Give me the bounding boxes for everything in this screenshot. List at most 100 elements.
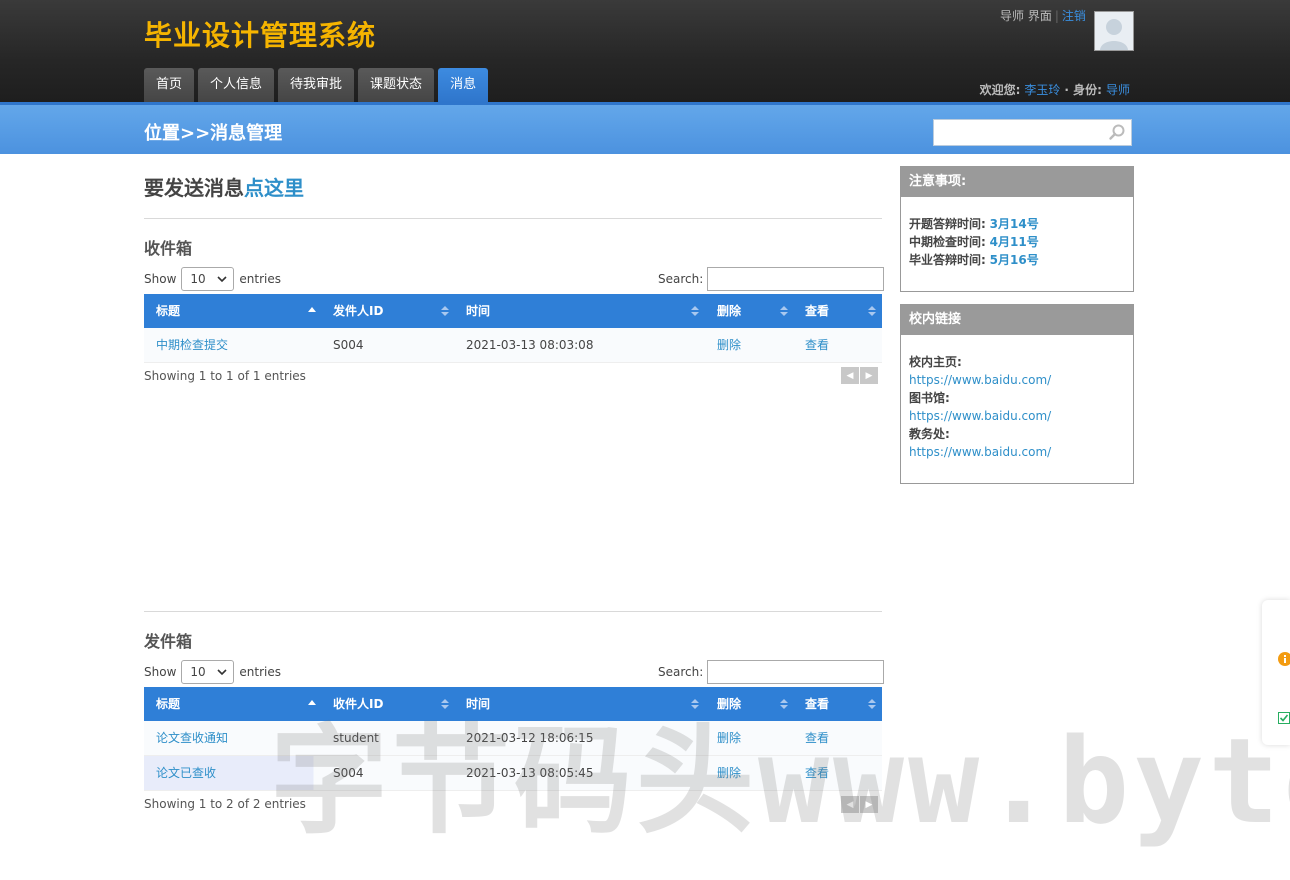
sort-both-icon bbox=[779, 698, 789, 713]
app-logo: 毕业设计管理系统 bbox=[144, 19, 377, 52]
notice-value: 5月16号 bbox=[989, 253, 1039, 267]
send-message-prefix: 要发送消息 bbox=[144, 176, 244, 200]
nav-item-messages[interactable]: 消息 bbox=[438, 68, 489, 102]
notice-label: 开题答辩时间: bbox=[909, 217, 986, 231]
inbox-search-label: Search: bbox=[658, 272, 704, 286]
message-title-link[interactable]: 中期检查提交 bbox=[156, 338, 228, 352]
delete-link[interactable]: 删除 bbox=[717, 766, 741, 780]
col-header-title[interactable]: 标题 bbox=[156, 294, 180, 328]
inbox-search: Search: bbox=[658, 267, 885, 291]
message-title-link[interactable]: 论文查收通知 bbox=[156, 731, 228, 745]
outbox-search-input[interactable] bbox=[707, 660, 885, 684]
welcome-bar: 欢迎您: 李玉玲 · 身份: 导师 bbox=[979, 83, 1130, 97]
next-page-icon[interactable]: ▶ bbox=[860, 367, 878, 384]
inbox-table-header: 标题 发件人ID 时间 删除 查看 bbox=[144, 294, 882, 328]
view-link[interactable]: 查看 bbox=[805, 338, 829, 352]
inbox-length-control: Show 10 entries bbox=[144, 267, 281, 291]
site-search bbox=[933, 119, 1132, 146]
logout-link[interactable]: 注销 bbox=[1062, 9, 1086, 23]
delete-link[interactable]: 删除 bbox=[717, 731, 741, 745]
col-header-view[interactable]: 查看 bbox=[805, 294, 829, 328]
outbox-title: 发件箱 bbox=[144, 632, 193, 651]
col-header-view[interactable]: 查看 bbox=[805, 687, 829, 721]
link-label: 图书馆: bbox=[909, 391, 950, 405]
entries-label: entries bbox=[239, 272, 281, 286]
divider bbox=[144, 611, 882, 612]
table-row: 论文已查收 S004 2021-03-13 08:05:45 删除 查看 bbox=[144, 756, 882, 791]
sort-both-icon bbox=[779, 305, 789, 320]
notice-body: 开题答辩时间: 3月14号 中期检查时间: 4月11号 毕业答辩时间: 5月16… bbox=[901, 197, 1133, 281]
notice-label: 毕业答辩时间: bbox=[909, 253, 986, 267]
sort-both-icon bbox=[690, 305, 700, 320]
col-header-delete[interactable]: 删除 bbox=[717, 294, 741, 328]
col-header-delete[interactable]: 删除 bbox=[717, 687, 741, 721]
prev-page-icon[interactable]: ◀ bbox=[841, 367, 859, 384]
inbox-search-input[interactable] bbox=[707, 267, 885, 291]
notice-label: 中期检查时间: bbox=[909, 235, 986, 249]
notice-value: 3月14号 bbox=[989, 217, 1039, 231]
receiver-id-cell: student bbox=[333, 731, 379, 745]
sort-both-icon bbox=[440, 698, 450, 713]
table-row: 中期检查提交 S004 2021-03-13 08:03:08 删除 查看 bbox=[144, 328, 882, 363]
nav-item-topic-status[interactable]: 课题状态 bbox=[358, 68, 435, 102]
show-label: Show bbox=[144, 665, 177, 679]
sort-both-icon bbox=[867, 305, 877, 320]
view-link[interactable]: 查看 bbox=[805, 731, 829, 745]
time-cell: 2021-03-12 18:06:15 bbox=[466, 731, 594, 745]
links-title: 校内链接 bbox=[901, 305, 1133, 335]
entries-label: entries bbox=[239, 665, 281, 679]
delete-link[interactable]: 删除 bbox=[717, 338, 741, 352]
avatar bbox=[1094, 11, 1134, 51]
col-header-time[interactable]: 时间 bbox=[466, 294, 490, 328]
nav-item-profile[interactable]: 个人信息 bbox=[198, 68, 275, 102]
outbox-length-value: 10 bbox=[190, 665, 206, 679]
search-icon[interactable] bbox=[1108, 123, 1126, 144]
library-link[interactable]: https://www.baidu.com/ bbox=[909, 409, 1051, 423]
links-body: 校内主页: https://www.baidu.com/ 图书馆: https:… bbox=[901, 335, 1133, 473]
next-page-icon[interactable]: ▶ bbox=[860, 796, 878, 813]
inbox-length-value: 10 bbox=[190, 272, 206, 286]
sort-both-icon bbox=[690, 698, 700, 713]
col-header-title[interactable]: 标题 bbox=[156, 687, 180, 721]
view-link[interactable]: 查看 bbox=[805, 766, 829, 780]
col-header-time[interactable]: 时间 bbox=[466, 687, 490, 721]
homepage-link[interactable]: https://www.baidu.com/ bbox=[909, 373, 1051, 387]
welcome-label: 欢迎您: bbox=[979, 83, 1021, 97]
role-label: 身份: bbox=[1073, 83, 1102, 97]
user-name-link[interactable]: 李玉玲 bbox=[1024, 83, 1060, 97]
sort-both-icon bbox=[867, 698, 877, 713]
inbox-length-select[interactable]: 10 bbox=[181, 267, 235, 291]
time-cell: 2021-03-13 08:03:08 bbox=[466, 338, 594, 352]
outbox-search-label: Search: bbox=[658, 665, 704, 679]
checkbox-icon[interactable] bbox=[1278, 712, 1290, 727]
message-title-link[interactable]: 论文已查收 bbox=[156, 766, 216, 780]
main-nav: 首页 个人信息 待我审批 课题状态 消息 bbox=[144, 68, 489, 102]
top-links: 导师 界面 | 注销 bbox=[1000, 9, 1086, 23]
info-icon[interactable] bbox=[1278, 652, 1290, 669]
col-header-receiver-id[interactable]: 收件人ID bbox=[333, 687, 383, 721]
send-message-link[interactable]: 点这里 bbox=[244, 176, 304, 200]
sort-asc-icon bbox=[307, 698, 317, 713]
sender-id-cell: S004 bbox=[333, 338, 364, 352]
prev-page-icon[interactable]: ◀ bbox=[841, 796, 859, 813]
col-header-sender-id[interactable]: 发件人ID bbox=[333, 294, 383, 328]
role-link[interactable]: 导师 bbox=[1106, 83, 1130, 97]
floating-side-panel bbox=[1262, 600, 1290, 745]
location-bar: 位置>>消息管理 bbox=[0, 102, 1290, 154]
notice-value: 4月11号 bbox=[989, 235, 1039, 249]
inbox-title: 收件箱 bbox=[144, 239, 193, 258]
header: 毕业设计管理系统 首页 个人信息 待我审批 课题状态 消息 导师 界面 | 注销 欢… bbox=[0, 0, 1290, 102]
role-interface-link[interactable]: 导师 界面 bbox=[1000, 9, 1052, 23]
nav-item-home[interactable]: 首页 bbox=[144, 68, 195, 102]
notice-box: 注意事项: 开题答辩时间: 3月14号 中期检查时间: 4月11号 毕业答辩时间… bbox=[900, 166, 1134, 292]
sort-both-icon bbox=[440, 305, 450, 320]
chevron-down-icon bbox=[216, 269, 228, 296]
link-label: 校内主页: bbox=[909, 355, 962, 369]
nav-item-pending-approval[interactable]: 待我审批 bbox=[278, 68, 355, 102]
academic-affairs-link[interactable]: https://www.baidu.com/ bbox=[909, 445, 1051, 459]
site-search-input[interactable] bbox=[938, 120, 1112, 146]
notice-title: 注意事项: bbox=[901, 167, 1133, 197]
inbox-info: Showing 1 to 1 of 1 entries bbox=[144, 369, 306, 383]
show-label: Show bbox=[144, 272, 177, 286]
outbox-length-select[interactable]: 10 bbox=[181, 660, 235, 684]
